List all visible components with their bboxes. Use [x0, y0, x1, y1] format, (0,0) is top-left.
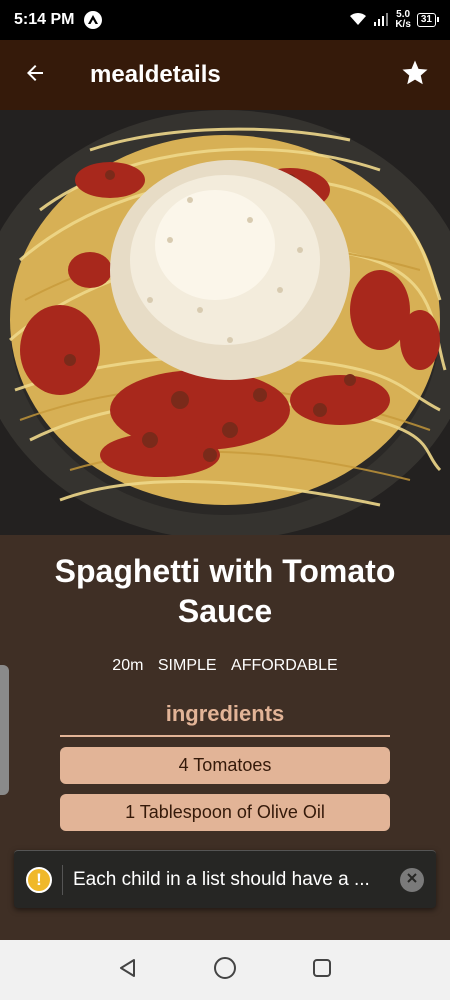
- toast-message: Each child in a list should have a ...: [73, 868, 370, 890]
- ingredient-item: 1 Tablespoon of Olive Oil: [60, 794, 390, 831]
- status-indicators: 5.0 K/s 31: [349, 10, 440, 30]
- meal-duration: 20m: [112, 657, 144, 674]
- toast-divider: [62, 864, 63, 895]
- system-nav-bar: [0, 940, 450, 1000]
- nav-home-button[interactable]: [205, 950, 245, 990]
- network-speed-unit: K/s: [395, 19, 411, 30]
- ingredients-heading: ingredients: [165, 701, 285, 726]
- nav-recents-button[interactable]: [302, 950, 342, 990]
- star-icon: [400, 58, 430, 93]
- status-bar: 5:14 PM 5.0 K/s 31: [0, 0, 450, 40]
- square-recents-icon: [311, 957, 333, 984]
- dismiss-button[interactable]: [400, 867, 424, 892]
- meal-complexity: SIMPLE: [157, 657, 217, 674]
- warning-icon: !: [26, 866, 52, 893]
- ingredient-item: 4 Tomatoes: [60, 747, 390, 784]
- meal-image: [0, 110, 450, 535]
- nav-back-button[interactable]: [108, 950, 148, 990]
- ingredients-divider: [60, 735, 390, 737]
- wifi-icon: [349, 12, 367, 29]
- meal-meta: 20m SIMPLE AFFORDABLE: [0, 657, 450, 675]
- warning-toast[interactable]: ! Each child in a list should have a ...: [14, 850, 436, 908]
- meal-title: Spaghetti with Tomato Sauce: [54, 553, 396, 629]
- favorite-button[interactable]: [380, 40, 450, 110]
- page-title: mealdetails: [90, 61, 221, 88]
- arrow-left-icon: [23, 61, 47, 90]
- close-icon: [406, 871, 418, 889]
- back-button[interactable]: [0, 40, 70, 110]
- battery-icon: 31: [416, 13, 440, 27]
- edge-panel-handle[interactable]: [0, 665, 9, 795]
- battery-level: 31: [420, 14, 432, 25]
- meal-affordability: AFFORDABLE: [231, 657, 338, 674]
- app-bar: mealdetails: [0, 40, 450, 110]
- signal-icon: [373, 12, 389, 29]
- circle-home-icon: [213, 956, 237, 985]
- app-notification-icon: [84, 11, 103, 29]
- status-time: 5:14 PM: [14, 11, 75, 28]
- triangle-back-icon: [117, 957, 139, 984]
- network-speed: 5.0 K/s: [395, 10, 411, 30]
